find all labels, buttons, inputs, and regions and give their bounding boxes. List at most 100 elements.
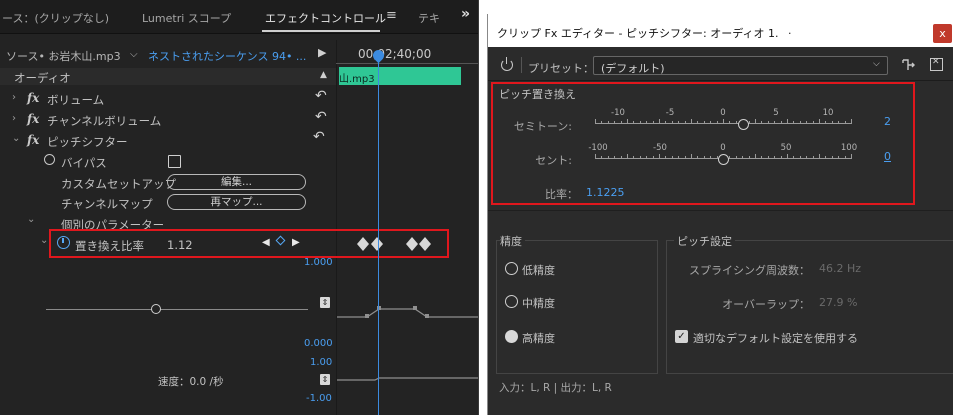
graph-toggle-icon[interactable]: ⇕	[320, 297, 330, 308]
splicing-frequency-label: スプライシング周波数：	[689, 264, 810, 277]
more-tabs-icon[interactable]: »	[461, 6, 470, 22]
slider-tick	[825, 121, 827, 124]
slider-tick	[620, 156, 622, 159]
slider-tick	[684, 156, 686, 159]
section-separator	[488, 210, 953, 211]
preset-value[interactable]: (デフォルト)	[601, 60, 665, 76]
slider-tick	[614, 156, 616, 159]
velocity-label: 速度：0.0 /秒	[158, 376, 224, 388]
remap-button[interactable]: 再マップ...	[167, 194, 306, 210]
panel-close-icon[interactable]	[930, 57, 943, 71]
fx-icon[interactable]: fx	[27, 133, 39, 147]
tab-effect-controls[interactable]: エフェクトコントロール	[265, 10, 386, 26]
collapse-up-icon[interactable]: ▲	[320, 70, 327, 80]
slider-tick	[729, 121, 731, 124]
sequence-link[interactable]: ネストされたシーケンス 94• ...	[148, 48, 306, 64]
slider-tick	[639, 156, 641, 159]
cent-slider-knob[interactable]	[718, 154, 729, 165]
slider-tick	[729, 156, 731, 159]
collapse-params-icon[interactable]: ⌄	[27, 214, 35, 225]
overlap-label: オーバーラップ：	[722, 298, 810, 311]
slider-tick	[684, 121, 686, 124]
clip-bar[interactable]: 山.mp3	[339, 67, 461, 85]
pitch-settings-title: ピッチ設定	[674, 233, 735, 249]
slider-tick	[633, 121, 635, 124]
value-slider-track[interactable]	[46, 309, 308, 310]
slider-tick	[780, 121, 782, 124]
reset-icon[interactable]: ↶	[315, 88, 327, 104]
slider-tick	[793, 121, 795, 124]
slider-tick	[767, 121, 769, 124]
dialog-title: クリップ Fx エディター - ピッチシフター: オーディオ 1.	[497, 27, 779, 40]
panel-menu-icon[interactable]: ≡	[386, 8, 397, 23]
cent-tick-label: 0	[720, 143, 726, 153]
default-settings-checkbox[interactable]: ✓	[675, 330, 688, 343]
value-curve	[337, 308, 478, 318]
time-ruler[interactable]	[336, 63, 478, 64]
slider-tick	[812, 156, 814, 159]
audio-header-label: オーディオ	[14, 71, 71, 85]
power-icon[interactable]	[501, 57, 513, 71]
ruler-timecode: 00;02;40;00	[358, 47, 432, 61]
tab-source[interactable]: ース：(クリップなし)	[2, 10, 109, 26]
channel-map-label: チャンネルマップ	[61, 197, 153, 211]
timeline-keyframe-graph[interactable]	[337, 85, 479, 415]
chevron-down-icon[interactable]: ⌵	[873, 59, 880, 69]
slider-tick	[697, 156, 699, 159]
tab-lumetri-scopes[interactable]: Lumetri スコープ	[142, 10, 231, 26]
slider-tick	[799, 156, 801, 159]
splicing-frequency-value: 46.2 Hz	[819, 262, 862, 275]
velocity-curve	[337, 377, 478, 381]
radio-medium-precision[interactable]	[505, 295, 518, 308]
keyframe-icon	[357, 237, 369, 251]
high-precision-label[interactable]: 高精度	[522, 330, 555, 346]
collapse-pitch-shifter-icon[interactable]: ⌄	[12, 133, 20, 144]
slider-tick	[806, 121, 808, 124]
playhead-line[interactable]	[378, 55, 379, 415]
source-clip-label[interactable]: ソース• お岩木山.mp3	[6, 48, 121, 64]
slider-tick	[851, 154, 852, 159]
slider-tick	[716, 121, 718, 124]
keyframe-icon	[371, 237, 383, 251]
stopwatch-icon[interactable]	[57, 236, 70, 249]
slider-tick	[691, 154, 692, 159]
semitone-tick-label: 0	[720, 108, 726, 118]
toolbar-separator	[521, 57, 522, 73]
medium-precision-label[interactable]: 中精度	[522, 295, 555, 311]
slider-tick	[710, 156, 712, 159]
slider-tick	[691, 119, 692, 124]
default-settings-label[interactable]: 適切なデフォルト設定を使用する	[693, 330, 858, 346]
value-slider-knob[interactable]	[151, 304, 161, 314]
expand-channel-volume-icon[interactable]: ›	[12, 113, 16, 124]
slider-tick	[755, 154, 756, 159]
low-precision-label[interactable]: 低精度	[522, 262, 555, 278]
velocity-toggle-icon[interactable]: ⇕	[320, 374, 330, 385]
semitone-slider-track[interactable]	[595, 118, 852, 128]
graph-min-value: 0.000	[304, 338, 333, 349]
reset-icon[interactable]: ↶	[315, 109, 327, 125]
fx-icon[interactable]: fx	[27, 91, 39, 105]
reset-menu-icon[interactable]: ↶	[313, 129, 325, 145]
next-keyframe-icon[interactable]: ▶	[292, 237, 300, 248]
radio-low-precision[interactable]	[505, 262, 518, 275]
close-icon[interactable]: x	[933, 24, 952, 43]
radio-high-precision[interactable]	[505, 330, 518, 343]
tab-text[interactable]: テキ	[418, 10, 440, 26]
bypass-checkbox[interactable]	[168, 155, 181, 168]
preset-label: プリセット：	[528, 62, 594, 75]
expand-volume-icon[interactable]: ›	[12, 92, 16, 103]
prev-keyframe-icon[interactable]: ◀	[262, 237, 270, 248]
collapse-ratio-icon[interactable]: ⌄	[40, 235, 48, 246]
fx-icon[interactable]: fx	[27, 112, 39, 126]
routing-icon[interactable]	[902, 58, 916, 72]
semitone-slider-knob[interactable]	[738, 119, 749, 130]
cent-value[interactable]: 0	[884, 150, 891, 163]
semitone-value[interactable]: 2	[884, 115, 891, 128]
transpose-ratio-value[interactable]: 1.12	[167, 238, 193, 252]
source-dropdown-icon[interactable]: ⌵	[130, 49, 138, 60]
stopwatch-icon[interactable]	[44, 154, 55, 165]
effect-channel-volume-label: チャンネルボリューム	[47, 114, 162, 128]
play-icon[interactable]: ▶	[318, 46, 326, 59]
edit-button[interactable]: 編集...	[167, 174, 306, 190]
slider-tick	[671, 121, 673, 124]
